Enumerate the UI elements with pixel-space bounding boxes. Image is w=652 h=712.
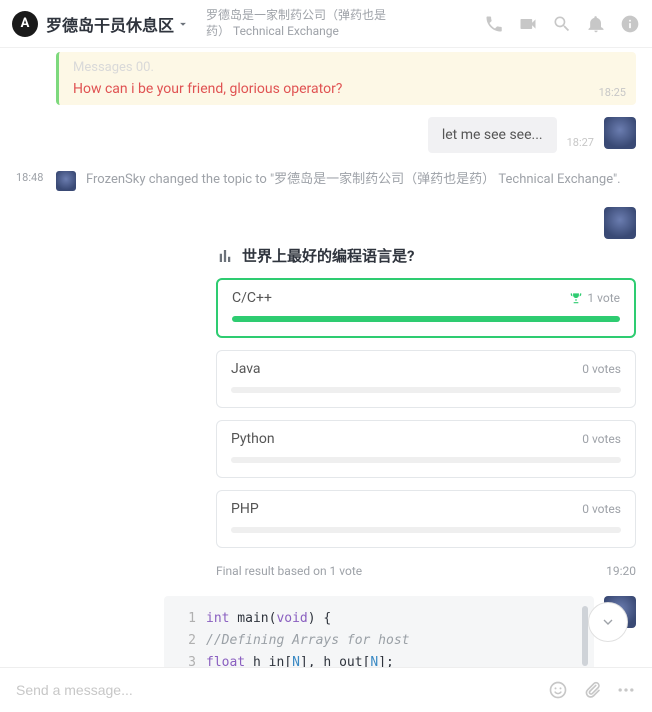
poll-option-votes: 1 vote	[569, 291, 620, 305]
poll-option[interactable]: Python 0 votes	[216, 420, 636, 478]
video-camera-icon[interactable]	[518, 14, 538, 34]
more-icon[interactable]	[616, 680, 636, 700]
poll-option[interactable]: C/C++ 1 vote	[216, 278, 636, 338]
poll-option[interactable]: Java 0 votes	[216, 350, 636, 408]
poll-option-name: Python	[231, 431, 275, 447]
message-bubble[interactable]: let me see see...	[428, 117, 557, 153]
poll-option-votes: 0 votes	[582, 432, 621, 446]
message-list: Messages 00. How can i be your friend, g…	[0, 48, 652, 667]
code-line: 1int main(void) {	[178, 608, 580, 630]
poll-option-votes: 0 votes	[582, 502, 621, 516]
header-title-group[interactable]: 罗德岛干员休息区	[46, 12, 190, 36]
scrollbar[interactable]	[582, 606, 588, 666]
phone-icon[interactable]	[484, 14, 504, 34]
poll-question: 世界上最好的编程语言是?	[216, 245, 636, 266]
poll-option[interactable]: PHP 0 votes	[216, 490, 636, 548]
poll: 世界上最好的编程语言是? C/C++ 1 voteJava0 votesPyth…	[216, 245, 636, 578]
poll-icon	[216, 247, 234, 265]
poll-option-votes: 0 votes	[582, 362, 621, 376]
poll-bar	[231, 387, 621, 393]
emoji-icon[interactable]	[548, 680, 568, 700]
header-actions	[484, 14, 640, 34]
poll-summary: Final result based on 1 vote	[216, 564, 362, 578]
quoted-truncated: Messages 00.	[73, 60, 622, 75]
chevron-down-icon	[176, 17, 190, 31]
code-line: 2//Defining Arrays for host	[178, 630, 580, 652]
system-text: FrozenSky changed the topic to "罗德岛是一家制药…	[86, 171, 636, 189]
message-time: 18:48	[16, 171, 46, 184]
poll-bar	[231, 457, 621, 463]
info-icon[interactable]	[620, 14, 640, 34]
message-time: 18:25	[599, 86, 626, 99]
user-avatar[interactable]	[56, 171, 76, 191]
bell-icon[interactable]	[586, 14, 606, 34]
poll-bar	[232, 316, 620, 322]
user-avatar[interactable]	[604, 207, 636, 239]
code-block[interactable]: 1int main(void) {2//Defining Arrays for …	[164, 596, 594, 667]
attach-icon[interactable]	[582, 680, 602, 700]
poll-option-name: PHP	[231, 501, 259, 517]
quoted-message[interactable]: Messages 00. How can i be your friend, g…	[56, 52, 636, 105]
channel-avatar[interactable]: A	[12, 11, 38, 37]
channel-topic: 罗德岛是一家制药公司（弹药也是药） Technical Exchange	[206, 8, 406, 39]
message-time: 18:27	[567, 136, 594, 149]
own-message-row: 1int main(void) {2//Defining Arrays for …	[16, 596, 636, 667]
message-input[interactable]	[16, 682, 534, 698]
system-message: 18:48 FrozenSky changed the topic to "罗德…	[16, 171, 636, 191]
channel-title: 罗德岛干员休息区	[46, 12, 174, 36]
scroll-down-button[interactable]	[588, 602, 628, 642]
message-time: 19:20	[606, 564, 636, 578]
trophy-icon	[569, 291, 583, 305]
search-icon[interactable]	[552, 14, 572, 34]
poll-question-text: 世界上最好的编程语言是?	[242, 245, 414, 266]
poll-option-name: C/C++	[232, 290, 272, 306]
poll-option-name: Java	[231, 361, 261, 377]
user-avatar[interactable]	[604, 117, 636, 149]
own-message-row: let me see see... 18:27	[16, 117, 636, 153]
code-line: 3float h_in[N], h_out[N];	[178, 652, 580, 667]
quoted-body: How can i be your friend, glorious opera…	[73, 81, 622, 97]
poll-bar	[231, 527, 621, 533]
poll-footer: Final result based on 1 vote 19:20	[216, 564, 636, 578]
chat-header: A 罗德岛干员休息区 罗德岛是一家制药公司（弹药也是药） Technical E…	[0, 0, 652, 48]
chevron-down-icon	[600, 614, 616, 630]
composer	[0, 667, 652, 712]
